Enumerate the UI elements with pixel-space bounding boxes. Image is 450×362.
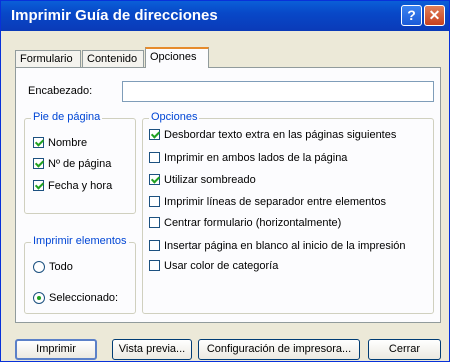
option-center-form-checkbox[interactable]: Centrar formulario (horizontalmente) (149, 216, 341, 229)
preview-button[interactable]: Vista previa... (112, 339, 192, 360)
footer-group: Pie de página Nombre Nº de página Fecha … (24, 111, 136, 214)
window-title: Imprimir Guía de direcciones (11, 7, 218, 24)
checkbox-unchecked-icon (149, 260, 160, 271)
close-button[interactable]: ✕ (424, 5, 445, 26)
header-input[interactable] (122, 81, 434, 102)
option-category-color-checkbox[interactable]: Usar color de categoría (149, 259, 278, 272)
print-items-group: Imprimir elementos Todo Seleccionado: (24, 235, 136, 314)
footer-group-title: Pie de página (31, 111, 103, 123)
print-button[interactable]: Imprimir (15, 339, 97, 360)
option-separator-lines-checkbox[interactable]: Imprimir líneas de separador entre eleme… (149, 195, 386, 208)
title-bar[interactable]: Imprimir Guía de direcciones ? ✕ (1, 1, 449, 31)
tab-contenido[interactable]: Contenido (82, 50, 144, 67)
checkbox-unchecked-icon (149, 196, 160, 207)
print-items-group-title: Imprimir elementos (31, 235, 129, 247)
close-dialog-button[interactable]: Cerrar (368, 339, 441, 360)
options-group-title: Opciones (149, 111, 200, 123)
checkbox-checked-icon (149, 174, 160, 185)
printer-setup-button[interactable]: Configuración de impresora... (198, 339, 360, 360)
options-panel: Encabezado: Pie de página Nombre Nº de p… (15, 67, 441, 323)
option-blank-page-checkbox[interactable]: Insertar página en blanco al inicio de l… (149, 239, 406, 252)
checkbox-unchecked-icon (149, 217, 160, 228)
help-button[interactable]: ? (401, 5, 422, 26)
checkbox-unchecked-icon (149, 152, 160, 163)
tab-opciones[interactable]: Opciones (145, 47, 209, 68)
checkbox-checked-icon (33, 158, 44, 169)
radio-selected-icon (33, 291, 45, 304)
checkbox-checked-icon (33, 137, 44, 148)
checkbox-checked-icon (33, 180, 44, 191)
checkbox-checked-icon (149, 129, 160, 140)
radio-unselected-icon (33, 260, 45, 273)
options-group: Opciones Desbordar texto extra en las pá… (142, 111, 434, 314)
option-overflow-checkbox[interactable]: Desbordar texto extra en las páginas sig… (149, 128, 396, 141)
option-duplex-checkbox[interactable]: Imprimir en ambos lados de la página (149, 151, 347, 164)
header-label: Encabezado: (28, 85, 93, 97)
print-selected-radio[interactable]: Seleccionado: (33, 291, 118, 304)
print-dialog: Imprimir Guía de direcciones ? ✕ Formula… (0, 0, 450, 362)
footer-name-checkbox[interactable]: Nombre (33, 136, 87, 149)
footer-page-number-checkbox[interactable]: Nº de página (33, 157, 111, 170)
footer-date-time-checkbox[interactable]: Fecha y hora (33, 179, 112, 192)
option-shading-checkbox[interactable]: Utilizar sombreado (149, 173, 256, 186)
tab-formulario[interactable]: Formulario (15, 50, 81, 67)
print-all-radio[interactable]: Todo (33, 260, 73, 273)
checkbox-unchecked-icon (149, 240, 160, 251)
